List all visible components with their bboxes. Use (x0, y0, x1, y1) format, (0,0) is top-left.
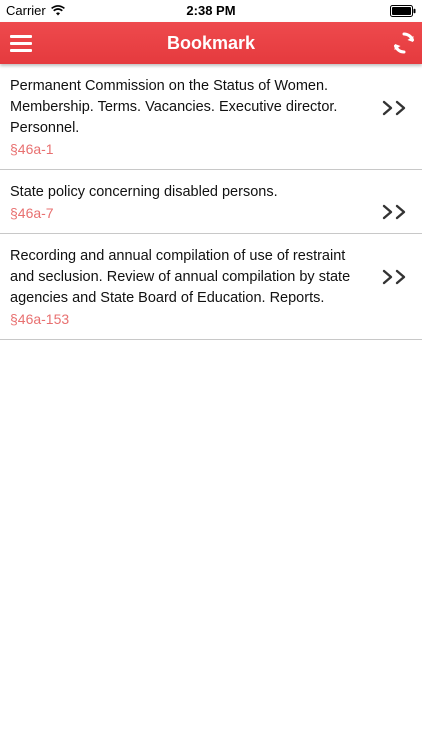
bookmark-list: Permanent Commission on the Status of Wo… (0, 64, 422, 340)
bookmark-title: Recording and annual compilation of use … (10, 248, 351, 306)
bookmark-item[interactable]: Recording and annual compilation of use … (0, 234, 422, 340)
bookmark-item[interactable]: Permanent Commission on the Status of Wo… (0, 64, 422, 170)
status-bar: Carrier 2:38 PM (0, 0, 422, 22)
bookmark-section: §46a-153 (10, 311, 70, 327)
double-chevron-right-icon (382, 204, 406, 220)
bookmark-item[interactable]: State policy concerning disabled persons… (0, 170, 422, 234)
bookmark-title: Permanent Commission on the Status of Wo… (10, 78, 338, 136)
double-chevron-right-icon (382, 269, 406, 285)
bookmark-title: State policy concerning disabled persons… (10, 184, 278, 200)
double-chevron-right-icon (382, 100, 406, 116)
page-title: Bookmark (166, 33, 256, 53)
bookmark-section: §46a-1 (10, 141, 54, 157)
bookmark-section: §46a-7 (10, 205, 54, 221)
status-time: 2:38 PM (186, 3, 236, 18)
battery-icon (390, 5, 416, 17)
sync-icon[interactable] (392, 31, 416, 55)
navigation-bar: Bookmark (0, 22, 422, 64)
